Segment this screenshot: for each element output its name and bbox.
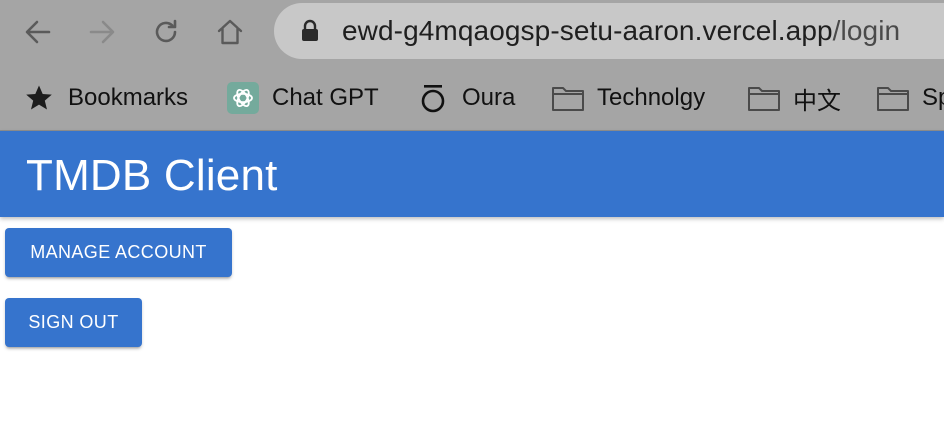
browser-chrome: ewd-g4mqaogsp-setu-aaron.vercel.app/logi… [0, 0, 944, 131]
bookmark-folder-sp[interactable]: Sp [876, 78, 944, 118]
app-title: TMDB Client [26, 151, 278, 200]
manage-account-button[interactable]: MANAGE ACCOUNT [5, 228, 232, 277]
url-text: ewd-g4mqaogsp-setu-aaron.vercel.app/logi… [342, 15, 900, 47]
app-bar: TMDB Client [0, 131, 944, 217]
back-button[interactable] [18, 12, 58, 52]
folder-icon [747, 81, 781, 115]
star-icon [22, 81, 56, 115]
address-bar[interactable]: ewd-g4mqaogsp-setu-aaron.vercel.app/logi… [274, 3, 944, 59]
bookmark-label: Bookmarks [68, 84, 189, 111]
bookmark-folder-chinese[interactable]: 中文 [747, 78, 841, 118]
home-icon [217, 19, 243, 45]
chatgpt-logo-icon [226, 81, 260, 115]
browser-toolbar: ewd-g4mqaogsp-setu-aaron.vercel.app/logi… [0, 0, 944, 66]
folder-icon [551, 81, 585, 115]
bookmark-oura[interactable]: Oura [416, 78, 515, 118]
bookmark-label: Chat GPT [272, 84, 379, 111]
bookmark-label: Sp [922, 84, 944, 111]
lock-icon [302, 19, 318, 41]
reload-icon [155, 19, 177, 43]
url-path: /login [832, 15, 901, 46]
arrow-left-icon [25, 20, 51, 44]
folder-icon [876, 81, 910, 115]
bookmarks-bar: Bookmarks Chat GPT Oura Technolgy 中文 S [0, 66, 944, 130]
forward-button[interactable] [82, 12, 122, 52]
bookmark-bookmarks[interactable]: Bookmarks [22, 78, 188, 118]
reload-button[interactable] [146, 12, 186, 52]
bookmark-label: Technolgy [597, 84, 706, 111]
arrow-right-icon [89, 20, 115, 44]
home-button[interactable] [210, 12, 250, 52]
url-host: ewd-g4mqaogsp-setu-aaron.vercel.app [342, 15, 833, 46]
bookmark-folder-technolgy[interactable]: Technolgy [551, 78, 705, 118]
sign-out-button[interactable]: SIGN OUT [5, 298, 142, 347]
bookmark-chat-gpt[interactable]: Chat GPT [226, 78, 379, 118]
bookmark-label: 中文 [793, 87, 841, 115]
oura-logo-icon [416, 81, 450, 115]
bookmark-label: Oura [462, 84, 516, 111]
